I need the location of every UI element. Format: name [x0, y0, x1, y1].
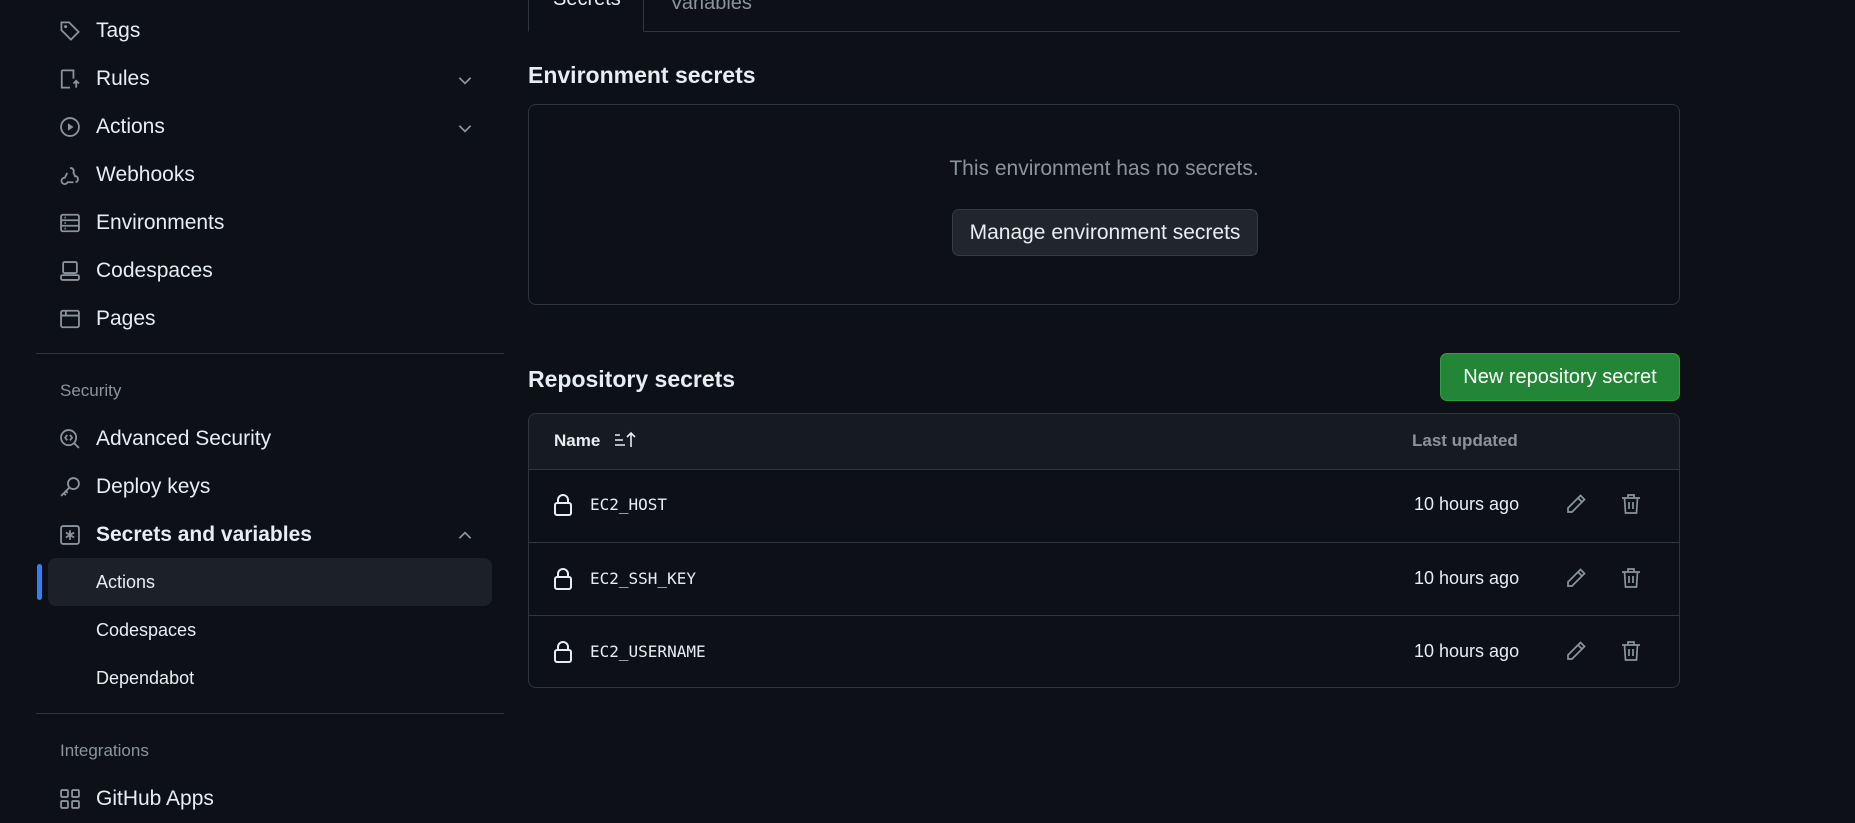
manage-environment-secrets-button[interactable]: Manage environment secrets: [952, 209, 1258, 256]
sidebar-subitem-dependabot[interactable]: Dependabot: [48, 654, 492, 702]
chevron-up-icon[interactable]: [456, 527, 474, 545]
settings-sidebar: Tags Rules Actions Webhooks Environments…: [0, 0, 520, 815]
server-icon: [60, 213, 80, 233]
environment-secrets-box: This environment has no secrets. Manage …: [528, 104, 1680, 305]
sidebar-item-label: Environments: [96, 211, 225, 234]
tag-icon: [60, 21, 80, 41]
sidebar-subitem-label: Dependabot: [96, 668, 195, 688]
browser-icon: [60, 309, 80, 329]
sidebar-item-pages[interactable]: Pages: [48, 295, 492, 343]
webhook-icon: [60, 167, 79, 185]
sidebar-item-label: Rules: [96, 67, 150, 90]
sidebar-divider: [36, 713, 504, 714]
sidebar-item-deploy-keys[interactable]: Deploy keys: [48, 463, 492, 511]
new-repository-secret-button[interactable]: New repository secret: [1440, 353, 1680, 401]
trash-icon[interactable]: [1619, 639, 1643, 663]
apps-icon: [60, 789, 80, 809]
sort-ascending-icon[interactable]: [613, 430, 637, 450]
sidebar-divider: [36, 353, 504, 354]
rules-icon: [60, 69, 80, 89]
environment-secrets-heading: Environment secrets: [528, 62, 756, 88]
secret-name: EC2_USERNAME: [590, 642, 706, 661]
tab-variables[interactable]: Variables: [670, 0, 752, 15]
sidebar-item-label: Webhooks: [96, 163, 195, 186]
sidebar-item-label: GitHub Apps: [96, 787, 214, 810]
trash-icon[interactable]: [1619, 566, 1643, 590]
sidebar-item-actions[interactable]: Actions: [48, 103, 492, 151]
sidebar-item-webhooks[interactable]: Webhooks: [48, 151, 492, 199]
sidebar-item-label: Tags: [96, 19, 141, 42]
sidebar-subitem-actions[interactable]: Actions: [48, 558, 492, 606]
play-icon: [60, 117, 80, 137]
sidebar-item-tags[interactable]: Tags: [48, 7, 492, 55]
group-label-security: Security: [60, 381, 122, 400]
table-row: EC2_USERNAME 10 hours ago: [529, 615, 1679, 687]
trash-icon[interactable]: [1619, 492, 1643, 516]
sidebar-subitem-label: Actions: [96, 572, 156, 592]
group-label-integrations: Integrations: [60, 741, 149, 760]
lock-icon: [554, 641, 572, 663]
active-indicator: [37, 564, 42, 600]
sidebar-item-label: Codespaces: [96, 259, 213, 282]
lock-icon: [554, 568, 572, 590]
sidebar-item-label: Pages: [96, 307, 156, 330]
codescan-icon: [60, 429, 80, 449]
key-icon: [60, 477, 80, 497]
chevron-down-icon[interactable]: [456, 71, 474, 89]
column-header-name[interactable]: Name: [554, 431, 600, 451]
pencil-icon[interactable]: [1564, 639, 1588, 663]
column-header-last-updated: Last updated: [1412, 431, 1518, 450]
secret-updated: 10 hours ago: [1414, 494, 1520, 514]
sidebar-item-label: Deploy keys: [96, 475, 211, 498]
sidebar-item-label: Secrets and variables: [96, 523, 312, 546]
codespaces-icon: [60, 261, 80, 281]
asterisk-icon: [60, 525, 80, 545]
secret-name: EC2_SSH_KEY: [590, 569, 696, 588]
sidebar-item-environments[interactable]: Environments: [48, 199, 492, 247]
table-row: EC2_SSH_KEY 10 hours ago: [529, 542, 1679, 616]
secret-name: EC2_HOST: [590, 495, 668, 514]
chevron-down-icon[interactable]: [456, 119, 474, 137]
sidebar-subitem-codespaces[interactable]: Codespaces: [48, 606, 492, 654]
table-row: EC2_HOST 10 hours ago: [529, 469, 1679, 542]
sidebar-item-github-apps[interactable]: GitHub Apps: [48, 775, 492, 823]
secret-updated: 10 hours ago: [1414, 568, 1520, 588]
sidebar-item-secrets-and-variables[interactable]: Secrets and variables: [48, 511, 492, 559]
secret-updated: 10 hours ago: [1414, 641, 1520, 661]
sidebar-item-codespaces[interactable]: Codespaces: [48, 247, 492, 295]
tabs-underline: [528, 31, 1680, 32]
secrets-table: Name Last updated EC2_HOST 10 hours ago …: [528, 413, 1680, 688]
sidebar-item-label: Advanced Security: [96, 427, 272, 450]
pencil-icon[interactable]: [1564, 492, 1588, 516]
sidebar-item-label: Actions: [96, 115, 165, 138]
table-header: Name Last updated: [529, 414, 1679, 470]
sidebar-subitem-label: Codespaces: [96, 620, 197, 640]
empty-state-text: This environment has no secrets.: [949, 157, 1259, 180]
repository-secrets-heading: Repository secrets: [528, 366, 736, 392]
sidebar-item-rules[interactable]: Rules: [48, 55, 492, 103]
tab-secrets[interactable]: Secrets: [528, 0, 644, 32]
sidebar-item-advanced-security[interactable]: Advanced Security: [48, 415, 492, 463]
tab-label: Secrets: [553, 0, 621, 11]
pencil-icon[interactable]: [1564, 566, 1588, 590]
lock-icon: [554, 494, 572, 516]
